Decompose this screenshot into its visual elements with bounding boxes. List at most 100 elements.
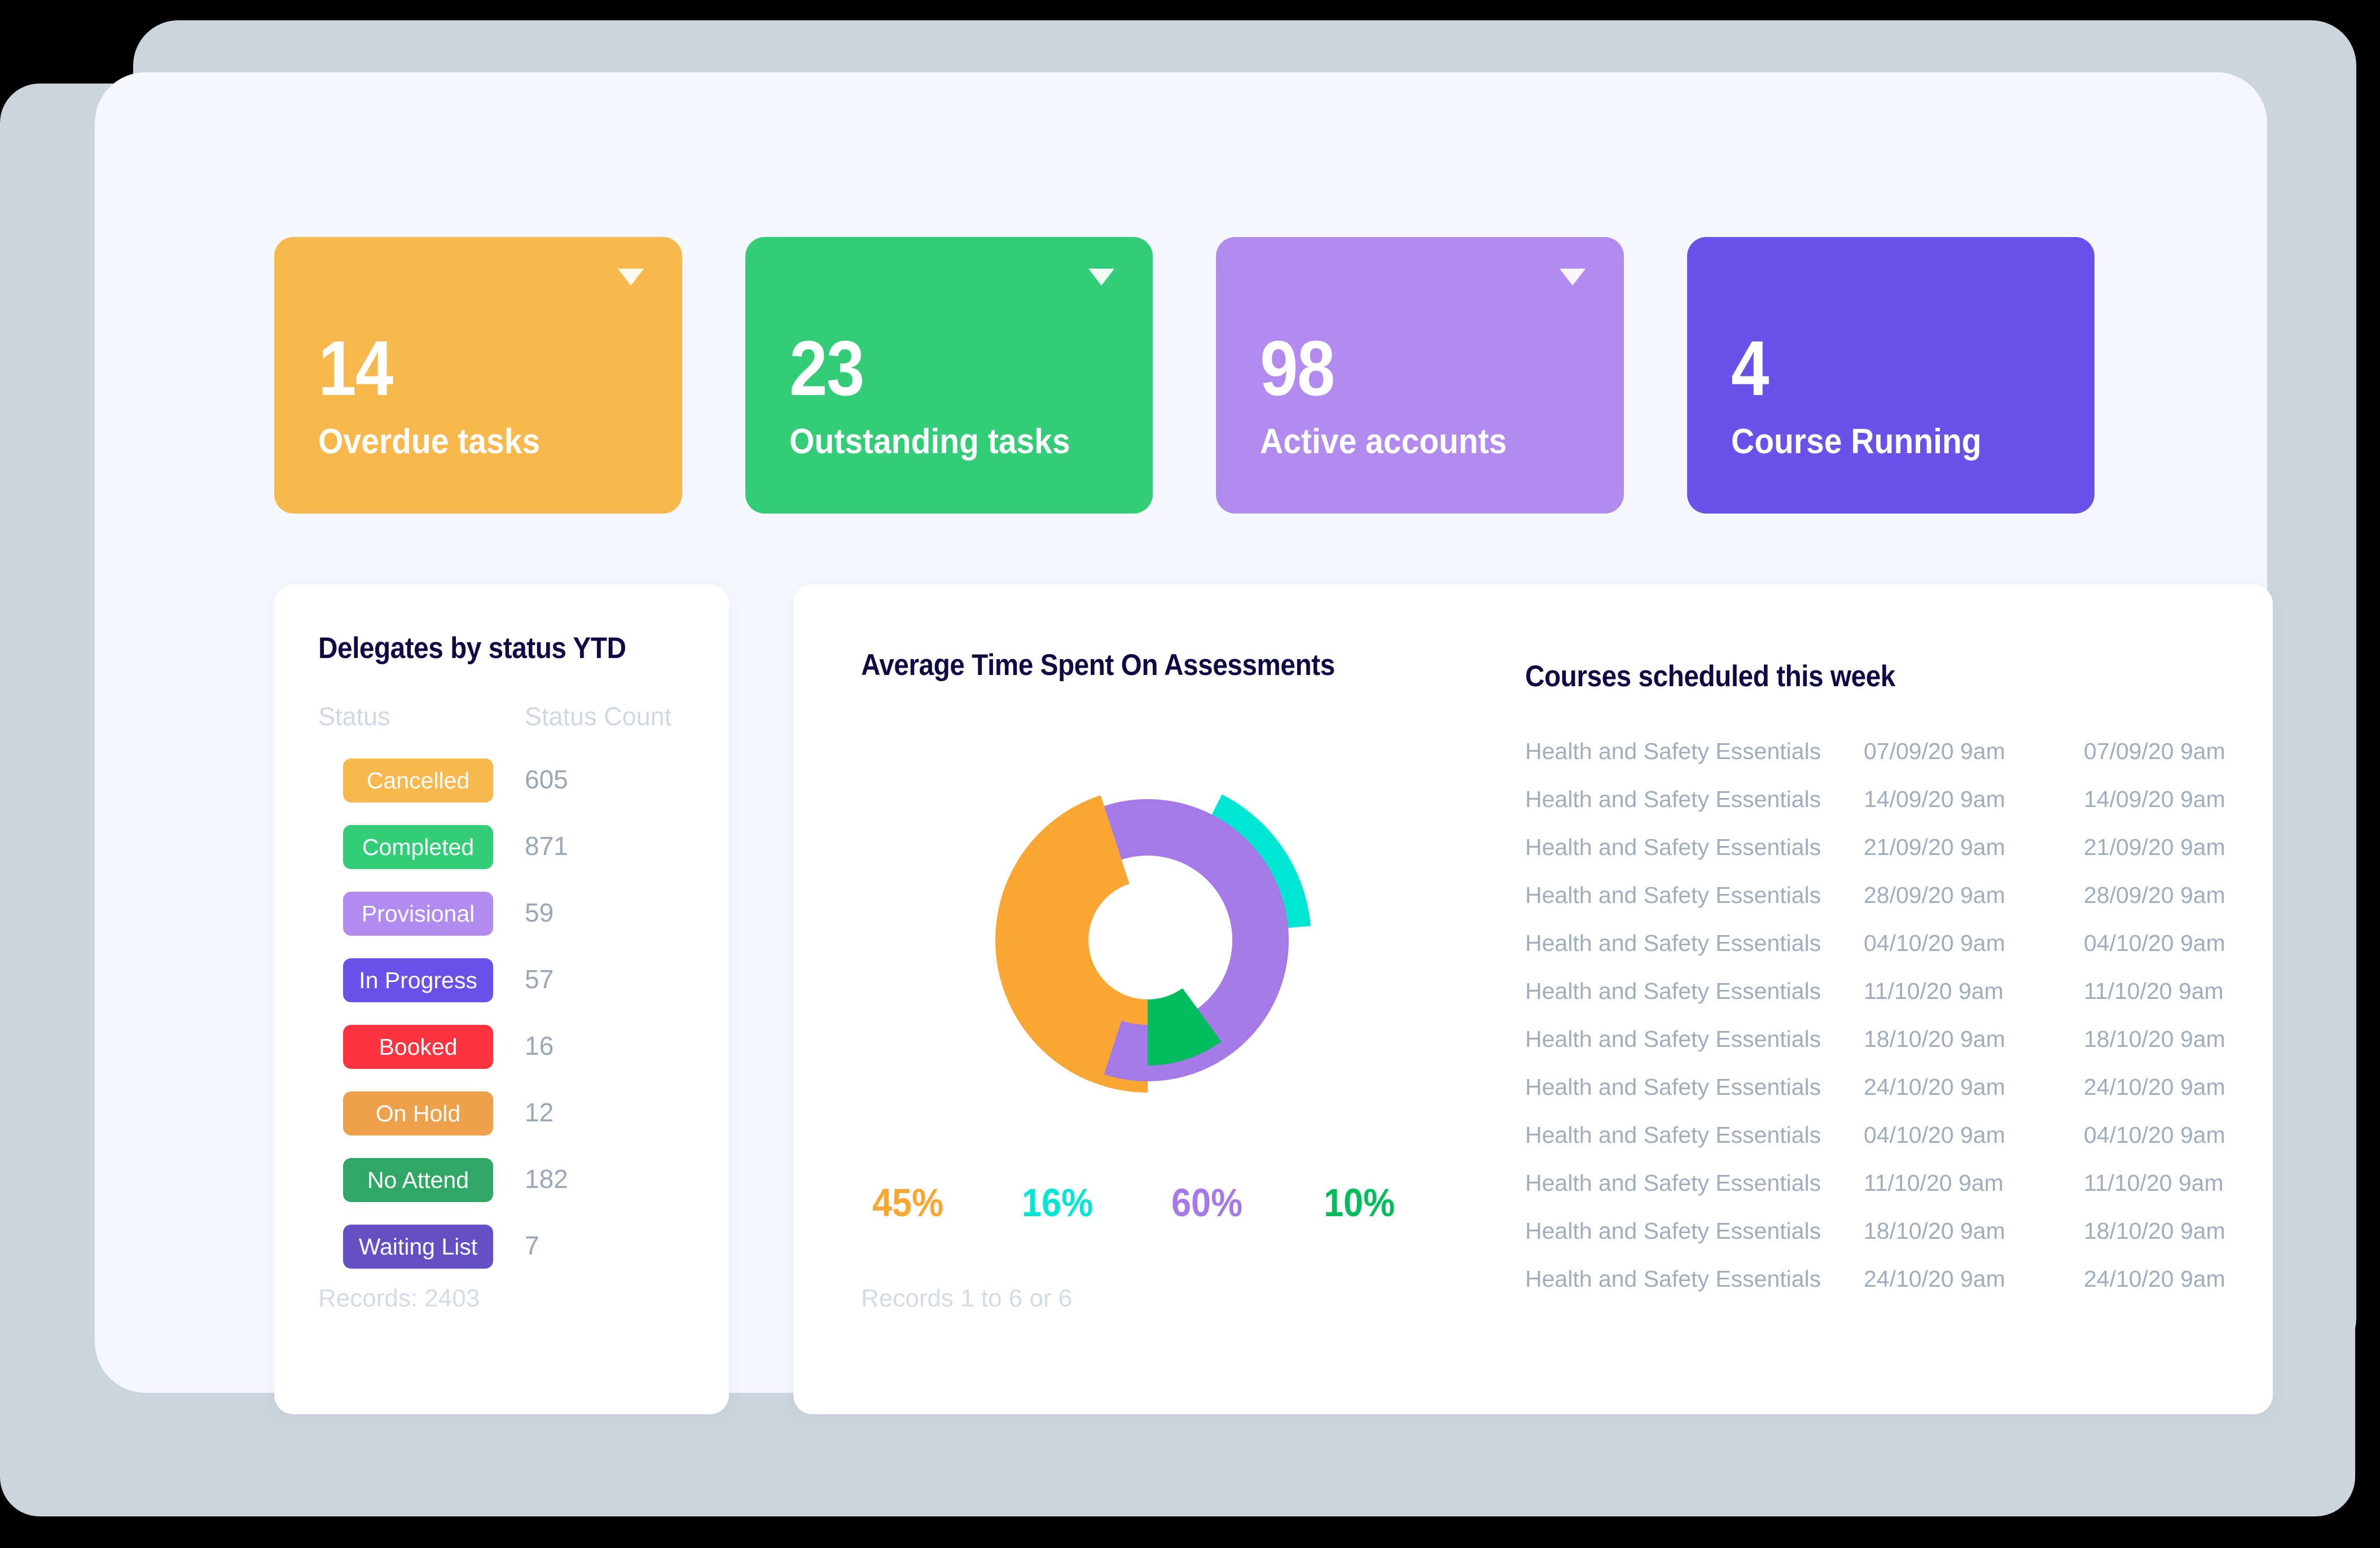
course-end-datetime: 04/10/20 9am <box>2084 1122 2225 1148</box>
status-count-value: 16 <box>525 1031 554 1060</box>
course-name: Health and Safety Essentials <box>1525 834 1821 860</box>
status-badge: No Attend <box>343 1158 493 1202</box>
status-table: Status Status Count Cancelled 605 Complete… <box>318 702 691 1289</box>
delegates-records-footer: Records: 2403 <box>318 1284 480 1312</box>
column-header-status-count: Status Count <box>525 702 672 731</box>
status-count-value: 182 <box>525 1164 568 1194</box>
assessments-and-courses-panel: Average Time Spent On Assessments 45% 16… <box>793 585 2273 1414</box>
course-name: Health and Safety Essentials <box>1525 1218 1821 1244</box>
column-header-status: Status <box>318 702 390 731</box>
list-item[interactable]: Health and Safety Essentials 14/09/20 9am… <box>1525 786 2253 834</box>
kpi-card-active-accounts[interactable]: 98 Active accounts <box>1216 237 1624 514</box>
kpi-label: Active accounts <box>1260 422 1507 461</box>
list-item[interactable]: Health and Safety Essentials 18/10/20 9am… <box>1525 1218 2253 1266</box>
course-start-datetime: 28/09/20 9am <box>1864 882 2005 908</box>
list-item[interactable]: Health and Safety Essentials 11/10/20 9am… <box>1525 978 2253 1026</box>
course-name: Health and Safety Essentials <box>1525 786 1821 812</box>
course-end-datetime: 18/10/20 9am <box>2084 1026 2225 1052</box>
kpi-value: 23 <box>789 325 864 412</box>
status-badge: Booked <box>343 1025 493 1069</box>
course-start-datetime: 21/09/20 9am <box>1864 834 2005 860</box>
course-start-datetime: 04/10/20 9am <box>1864 930 2005 956</box>
list-item[interactable]: Health and Safety Essentials 07/09/20 9am… <box>1525 738 2253 786</box>
list-item[interactable]: Health and Safety Essentials 04/10/20 9am… <box>1525 1122 2253 1170</box>
courses-panel-title: Courses scheduled this week <box>1525 660 1895 693</box>
kpi-value: 98 <box>1260 325 1335 412</box>
status-count-value: 871 <box>525 831 568 861</box>
kpi-card-course-running[interactable]: 4 Course Running <box>1687 237 2094 514</box>
delegates-by-status-panel: Delegates by status YTD Status Status Co… <box>274 585 878 1414</box>
donut-legend-label-0: 45% <box>872 1181 944 1225</box>
course-name: Health and Safety Essentials <box>1525 1170 1821 1196</box>
status-badge: In Progress <box>343 958 493 1002</box>
course-end-datetime: 28/09/20 9am <box>2084 882 2225 908</box>
course-name: Health and Safety Essentials <box>1525 738 1821 764</box>
table-row[interactable]: Completed 871 <box>318 823 691 889</box>
assessments-chart-title: Average Time Spent On Assessments <box>861 648 1335 682</box>
table-row[interactable]: On Hold 12 <box>318 1089 691 1156</box>
status-count-value: 59 <box>525 898 554 927</box>
course-start-datetime: 14/09/20 9am <box>1864 786 2005 812</box>
donut-percentage-legend: 45% 16% 60% 10% <box>872 1180 1437 1242</box>
status-badge: On Hold <box>343 1091 493 1135</box>
list-item[interactable]: Health and Safety Essentials 24/10/20 9am… <box>1525 1074 2253 1122</box>
status-count-value: 57 <box>525 964 554 994</box>
course-name: Health and Safety Essentials <box>1525 1122 1821 1148</box>
chevron-down-icon[interactable] <box>1559 269 1586 286</box>
assessments-donut-chart <box>888 714 1407 1177</box>
chevron-down-icon[interactable] <box>1088 269 1114 286</box>
course-name: Health and Safety Essentials <box>1525 1266 1821 1292</box>
table-row[interactable]: Booked 16 <box>318 1023 691 1089</box>
table-row[interactable]: Cancelled 605 <box>318 756 691 823</box>
course-start-datetime: 11/10/20 9am <box>1864 978 2004 1004</box>
course-name: Health and Safety Essentials <box>1525 978 1821 1004</box>
donut-legend-label-1: 16% <box>1022 1181 1094 1225</box>
table-row[interactable]: Waiting List 7 <box>318 1222 691 1289</box>
list-item[interactable]: Health and Safety Essentials 11/10/20 9am… <box>1525 1170 2253 1218</box>
list-item[interactable]: Health and Safety Essentials 18/10/20 9am… <box>1525 1026 2253 1074</box>
course-name: Health and Safety Essentials <box>1525 882 1821 908</box>
kpi-value: 14 <box>318 325 393 412</box>
donut-legend-label-2: 60% <box>1171 1181 1243 1225</box>
table-row[interactable]: In Progress 57 <box>318 956 691 1023</box>
kpi-card-outstanding-tasks[interactable]: 23 Outstanding tasks <box>745 237 1153 514</box>
device-frame: 14 Overdue tasks 23 Outstanding tasks 98… <box>0 0 2380 1548</box>
course-end-datetime: 07/09/20 9am <box>2084 738 2225 764</box>
course-end-datetime: 04/10/20 9am <box>2084 930 2225 956</box>
kpi-label: Course Running <box>1731 422 1982 461</box>
course-name: Health and Safety Essentials <box>1525 930 1821 956</box>
donut-chart-svg <box>995 794 1311 1093</box>
kpi-card-row: 14 Overdue tasks 23 Outstanding tasks 98… <box>274 237 2094 514</box>
course-end-datetime: 21/09/20 9am <box>2084 834 2225 860</box>
status-badge: Provisional <box>343 892 493 936</box>
course-start-datetime: 18/10/20 9am <box>1864 1026 2005 1052</box>
course-start-datetime: 18/10/20 9am <box>1864 1218 2005 1244</box>
course-end-datetime: 24/10/20 9am <box>2084 1074 2225 1100</box>
status-count-value: 12 <box>525 1098 554 1127</box>
list-item[interactable]: Health and Safety Essentials 04/10/20 9am… <box>1525 930 2253 978</box>
kpi-card-overdue-tasks[interactable]: 14 Overdue tasks <box>274 237 682 514</box>
list-item[interactable]: Health and Safety Essentials 24/10/20 9am… <box>1525 1266 2253 1314</box>
list-item[interactable]: Health and Safety Essentials 21/09/20 9am… <box>1525 834 2253 882</box>
chevron-down-icon[interactable] <box>617 269 644 286</box>
course-start-datetime: 07/09/20 9am <box>1864 738 2005 764</box>
course-name: Health and Safety Essentials <box>1525 1074 1821 1100</box>
list-item[interactable]: Health and Safety Essentials 28/09/20 9am… <box>1525 882 2253 930</box>
status-badge: Waiting List <box>343 1225 493 1269</box>
status-table-header: Status Status Count <box>318 702 691 756</box>
table-row[interactable]: Provisional 59 <box>318 889 691 956</box>
course-start-datetime: 11/10/20 9am <box>1864 1170 2004 1196</box>
kpi-label: Outstanding tasks <box>789 422 1070 461</box>
course-end-datetime: 24/10/20 9am <box>2084 1266 2225 1292</box>
course-name: Health and Safety Essentials <box>1525 1026 1821 1052</box>
course-end-datetime: 18/10/20 9am <box>2084 1218 2225 1244</box>
delegates-panel-title: Delegates by status YTD <box>318 632 626 665</box>
table-row[interactable]: No Attend 182 <box>318 1156 691 1222</box>
status-count-value: 7 <box>525 1231 539 1260</box>
course-start-datetime: 04/10/20 9am <box>1864 1122 2005 1148</box>
kpi-label: Overdue tasks <box>318 422 541 461</box>
assessments-records-footer: Records 1 to 6 or 6 <box>861 1284 1073 1312</box>
course-end-datetime: 11/10/20 9am <box>2084 978 2224 1004</box>
course-end-datetime: 11/10/20 9am <box>2084 1170 2224 1196</box>
donut-legend-label-3: 10% <box>1324 1181 1395 1225</box>
